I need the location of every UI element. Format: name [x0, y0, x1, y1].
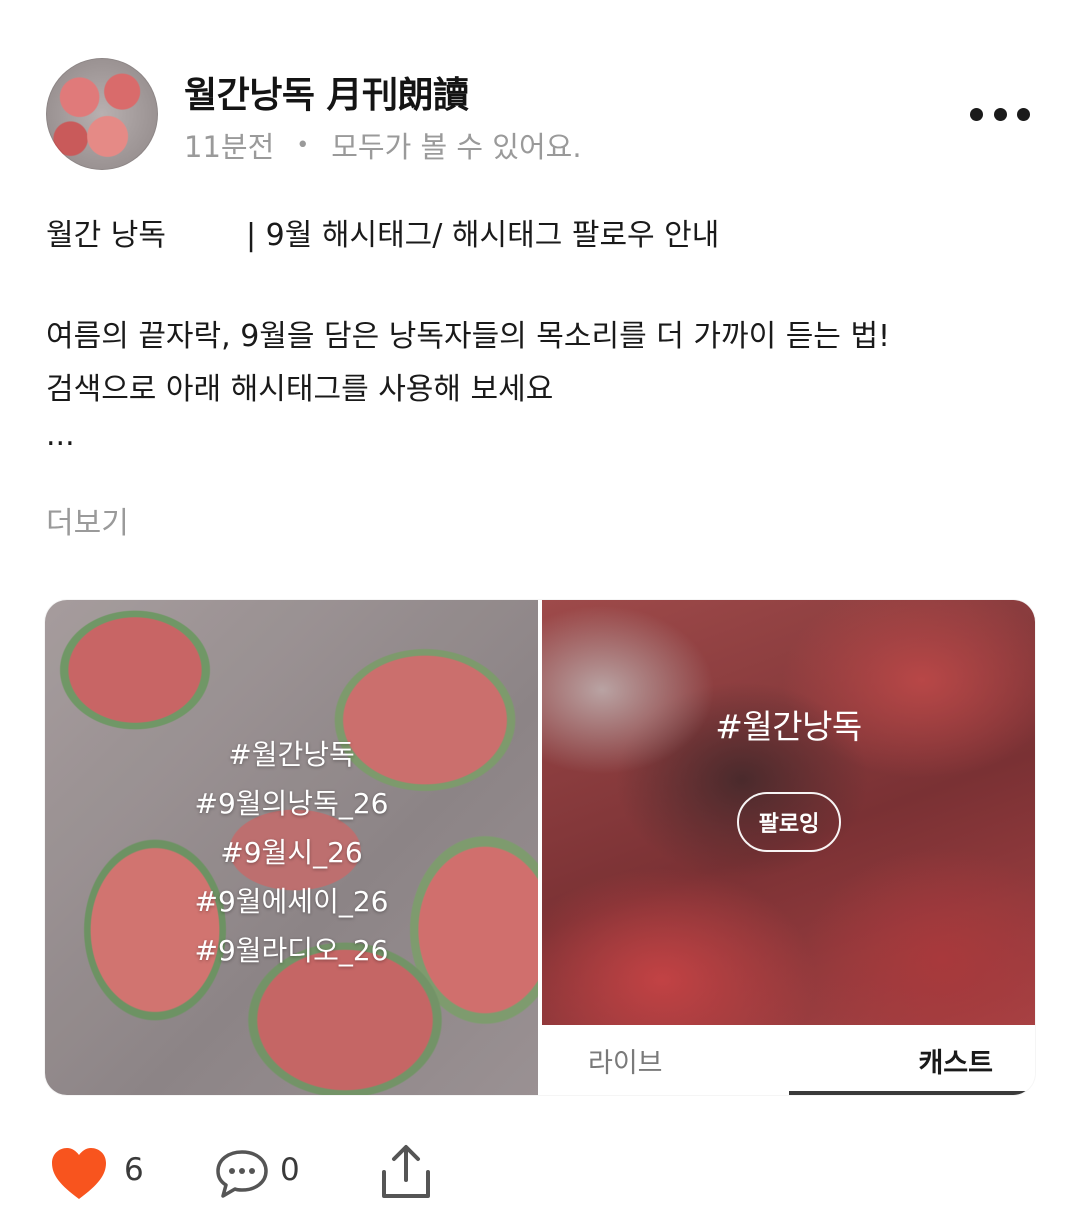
hashtag-text: #9월에세이_26: [194, 885, 389, 918]
like-count: 6: [124, 1152, 144, 1188]
cast-cover[interactable]: #월간낭독 팔로잉: [542, 600, 1035, 1025]
time-ago: 11분전: [184, 130, 275, 164]
body-line: 여름의 끝자락, 9월을 담은 낭독자들의 목소리를 더 가까이 듣는 법!: [46, 319, 891, 354]
tab-live[interactable]: 라이브: [542, 1025, 791, 1095]
title-right: | 9월 해시태그/ 해시태그 팔로우 안내: [246, 218, 720, 253]
heart-icon[interactable]: [50, 1146, 108, 1202]
more-dots-icon[interactable]: [970, 96, 1030, 132]
hashtag-text: #9월라디오_26: [194, 934, 389, 967]
visibility-label: 모두가 볼 수 있어요.: [331, 130, 582, 164]
comment-count: 0: [280, 1152, 300, 1188]
channel-avatar[interactable]: [46, 58, 158, 170]
tab-cast[interactable]: 캐스트: [791, 1025, 1036, 1095]
cast-tabs: 라이브 캐스트: [542, 1025, 1035, 1095]
body-ellipsis: ...: [46, 418, 75, 453]
tab-active-indicator: [789, 1091, 1035, 1095]
post-body: 여름의 끝자락, 9월을 담은 낭독자들의 목소리를 더 가까이 듣는 법! 검…: [46, 310, 890, 416]
hashtag-image[interactable]: #월간낭독 #9월의낭독_26 #9월시_26 #9월에세이_26 #9월라디오…: [45, 600, 538, 1095]
hashtag-cast-card: #월간낭독 팔로잉 라이브 캐스트: [542, 600, 1035, 1095]
body-line: 검색으로 아래 해시태그를 사용해 보세요: [46, 372, 554, 407]
following-button[interactable]: 팔로잉: [737, 792, 841, 852]
read-more-link[interactable]: 더보기: [46, 498, 129, 542]
post-title: 월간 낭독 | 9월 해시태그/ 해시태그 팔로우 안내: [46, 210, 719, 254]
media-carousel: #월간낭독 #9월의낭독_26 #9월시_26 #9월에세이_26 #9월라디오…: [45, 600, 1035, 1095]
post-actions: 6 0: [48, 1140, 468, 1206]
channel-name[interactable]: 월간낭독 月刊朗讀: [184, 66, 469, 118]
post-meta: 11분전 • 모두가 볼 수 있어요.: [184, 124, 582, 166]
comment-bubble-icon[interactable]: [214, 1148, 270, 1200]
hashtag-list: #월간낭독 #9월의낭독_26 #9월시_26 #9월에세이_26 #9월라디오…: [45, 730, 538, 975]
hashtag-text: #월간낭독: [228, 738, 355, 771]
meta-separator: •: [296, 132, 310, 158]
hashtag-text: #9월의낭독_26: [194, 787, 389, 820]
title-left: 월간 낭독: [46, 218, 166, 253]
cast-hashtag-title: #월간낭독: [715, 707, 862, 746]
share-icon[interactable]: [378, 1142, 434, 1202]
hashtag-text: #9월시_26: [220, 836, 363, 869]
